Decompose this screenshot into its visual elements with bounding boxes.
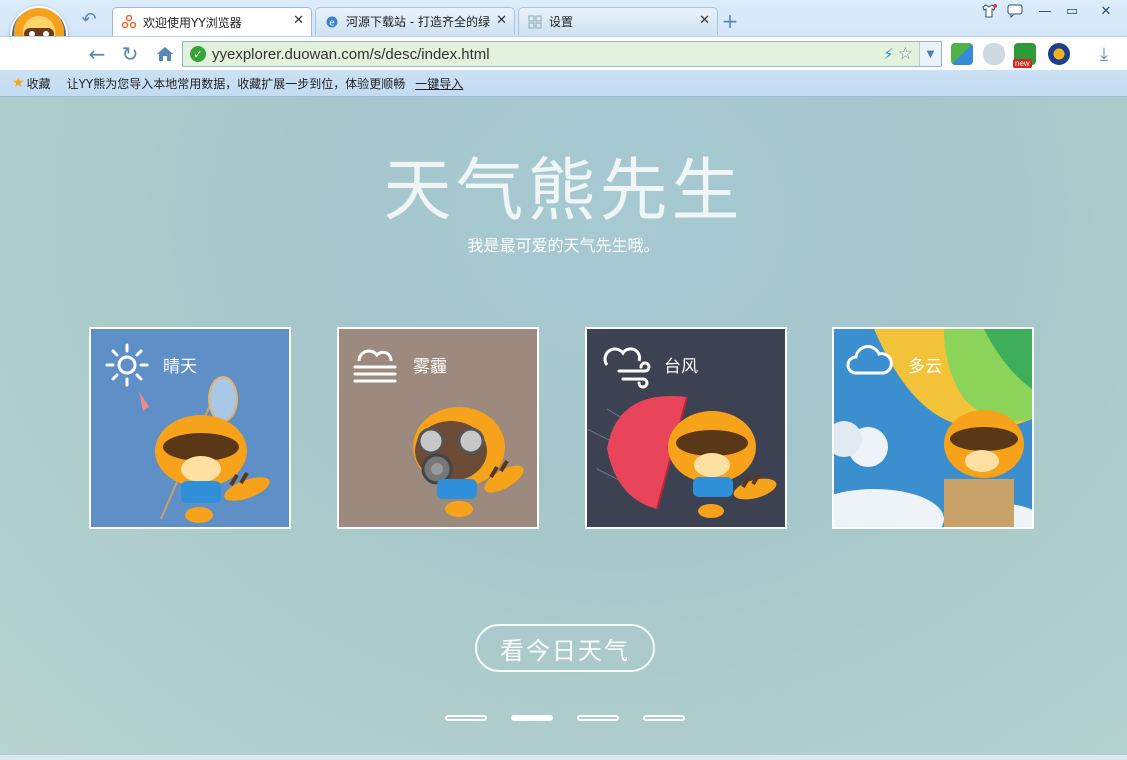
ie-favicon-icon: e — [326, 16, 338, 29]
new-tab-button[interactable]: + — [716, 9, 744, 33]
message-icon[interactable] — [1004, 0, 1026, 22]
tab-title: 欢迎使用YY浏览器 — [143, 15, 242, 30]
settings-grid-icon — [528, 15, 542, 29]
download-icon[interactable]: ⤓ — [1090, 41, 1118, 67]
close-tab-icon[interactable]: ✕ — [496, 14, 507, 28]
view-today-weather-button[interactable]: 看今日天气 — [475, 624, 655, 672]
fog-icon — [353, 349, 397, 383]
yy-favicon-icon — [122, 15, 136, 29]
pager-dot[interactable] — [643, 715, 685, 721]
weather-page: 天气熊先生 我是最可爱的天气先生哦。 晴天 雾霾 台风 多云 看今日天气 — [0, 97, 1127, 754]
favorites-label[interactable]: 收藏 — [27, 75, 51, 92]
tab-title: 河源下载站 - 打造齐全的绿 — [346, 15, 490, 29]
tab-settings[interactable]: 设置 ✕ — [518, 7, 718, 35]
card-label: 晴天 — [163, 357, 197, 377]
pager-dot[interactable] — [445, 715, 487, 721]
close-window-icon[interactable]: ✕ — [1094, 0, 1118, 22]
weather-card-smog[interactable]: 雾霾 — [337, 327, 539, 529]
card-label: 台风 — [664, 357, 698, 377]
secure-check-icon: ✓ — [190, 46, 206, 62]
cloud-icon — [846, 345, 893, 375]
tab-welcome[interactable]: 欢迎使用YY浏览器 ✕ — [112, 7, 312, 36]
import-message: 让YY熊为您导入本地常用数据，收藏扩展一步到位，体验更顺畅 — [66, 76, 406, 91]
card-label: 雾霾 — [413, 357, 447, 377]
tab-title: 设置 — [549, 15, 574, 29]
tab-download-site[interactable]: e 河源下载站 - 打造齐全的绿 ✕ — [315, 7, 515, 35]
bookmark-star-icon[interactable]: ☆ — [898, 44, 913, 64]
svg-text:e: e — [329, 19, 335, 29]
carousel-pager — [445, 715, 709, 721]
browser-chrome: ↶ 欢迎使用YY浏览器 ✕ e 河源下载站 - 打造齐全的绿 ✕ 设置 ✕ + … — [0, 0, 1127, 97]
weather-card-sunny[interactable]: 晴天 — [89, 327, 291, 529]
weather-card-cloudy[interactable]: 多云 — [832, 327, 1034, 529]
card-label: 多云 — [908, 357, 942, 377]
one-click-import-link[interactable]: 一键导入 — [415, 75, 463, 92]
pager-dot-active[interactable] — [511, 715, 553, 721]
undo-close-tab-icon[interactable]: ↶ — [76, 8, 102, 30]
speed-mode-icon[interactable]: ⚡ — [883, 45, 894, 63]
minimize-icon[interactable]: — — [1034, 0, 1056, 22]
maximize-icon[interactable]: ▭ — [1060, 0, 1084, 22]
address-bar[interactable]: ✓ yyexplorer.duowan.com/s/desc/index.htm… — [182, 41, 942, 67]
close-tab-icon[interactable]: ✕ — [293, 14, 304, 28]
pager-dot[interactable] — [577, 715, 619, 721]
favorites-star-icon[interactable]: ★ — [12, 75, 25, 91]
media-player-icon[interactable] — [1048, 43, 1070, 65]
skin-icon[interactable] — [978, 0, 1000, 22]
refresh-icon[interactable]: ↻ — [116, 41, 144, 67]
back-arrow-icon[interactable]: ← — [83, 41, 111, 67]
close-tab-icon[interactable]: ✕ — [699, 14, 710, 28]
gamepad-icon[interactable] — [983, 43, 1005, 65]
window-bottom-border — [0, 754, 1127, 760]
typhoon-icon — [603, 347, 651, 389]
page-title: 天气熊先生 — [383, 152, 744, 231]
navigation-toolbar: ← ↻ ✓ yyexplorer.duowan.com/s/desc/index… — [0, 36, 1127, 70]
sun-icon — [105, 343, 149, 387]
page-subtitle: 我是最可爱的天气先生哦。 — [467, 236, 660, 255]
apps-grid-icon[interactable] — [951, 43, 973, 65]
home-icon[interactable] — [151, 41, 179, 67]
chevron-down-icon[interactable]: ▼ — [919, 42, 941, 66]
weather-card-typhoon[interactable]: 台风 — [585, 327, 787, 529]
bookmarks-bar: ★ 收藏 让YY熊为您导入本地常用数据，收藏扩展一步到位，体验更顺畅 一键导入 — [0, 70, 1127, 96]
tab-strip: 欢迎使用YY浏览器 ✕ e 河源下载站 - 打造齐全的绿 ✕ 设置 ✕ — [112, 7, 721, 36]
new-feature-icon[interactable]: new — [1013, 43, 1036, 68]
url-text[interactable]: yyexplorer.duowan.com/s/desc/index.html — [212, 46, 883, 63]
